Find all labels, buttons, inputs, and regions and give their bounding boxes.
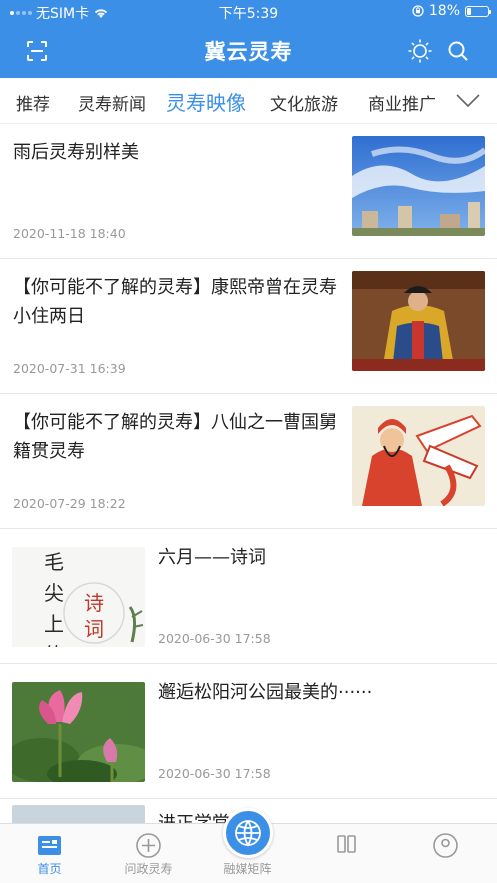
- news-item[interactable]: 邂逅松阳河公园最美的······ 2020-06-30 17:58: [0, 664, 497, 799]
- news-thumbnail: 毛尖上的 诗词: [12, 547, 145, 647]
- battery-group: 18%: [412, 3, 491, 19]
- news-title: 雨后灵寿别样美: [13, 142, 139, 163]
- news-title: 邂逅松阳河公园最美的······: [158, 682, 373, 703]
- battery-icon: [465, 5, 491, 17]
- news-item[interactable]: 雨后灵寿别样美 2020-11-18 18:40: [0, 124, 497, 259]
- news-item[interactable]: 【你可能不了解的灵寿】康熙帝曾在灵寿小住两日 2020-07-31 16:39: [0, 259, 497, 394]
- news-date: 2020-07-31 16:39: [13, 361, 126, 376]
- nav-media-matrix-label: 融媒矩阵: [223, 862, 272, 876]
- nav-profile[interactable]: [396, 824, 495, 883]
- news-date: 2020-11-18 18:40: [13, 226, 126, 241]
- tab-lingshou-news[interactable]: 灵寿新闻: [78, 90, 146, 115]
- tab-business[interactable]: 商业推广: [368, 90, 436, 115]
- app-header: 冀云灵寿: [0, 24, 497, 78]
- news-title: 【你可能不了解的灵寿】八仙之一曹国舅籍贯灵寿: [13, 412, 337, 462]
- news-date: 2020-06-30 17:58: [158, 631, 271, 646]
- nav-home[interactable]: 首页: [0, 824, 99, 883]
- nav-reading[interactable]: [297, 824, 396, 883]
- news-thumbnail: [352, 406, 485, 506]
- user-icon: [433, 833, 458, 858]
- news-title: 【你可能不了解的灵寿】康熙帝曾在灵寿小住两日: [13, 277, 337, 327]
- news-item[interactable]: 毛尖上的 诗词 六月——诗词 2020-06-30 17:58: [0, 529, 497, 664]
- thumbnail-calligraphy-text-1: 毛尖上的: [44, 550, 64, 647]
- thumbnail-calligraphy-text-2: 诗词: [84, 591, 104, 641]
- brightness-icon: [408, 39, 432, 63]
- news-date: 2020-06-30 17:58: [158, 766, 271, 781]
- tab-culture-travel[interactable]: 文化旅游: [270, 90, 338, 115]
- tab-lingshou-images[interactable]: 灵寿映像: [166, 87, 246, 116]
- nav-home-label: 首页: [37, 862, 62, 876]
- globe-icon: [235, 820, 261, 847]
- status-bar: 无SIM卡 下午5:39 18%: [0, 0, 497, 24]
- brightness-button[interactable]: [405, 36, 435, 66]
- nav-wenzheng-label: 问政灵寿: [124, 862, 173, 876]
- expand-tabs-button[interactable]: [439, 78, 497, 123]
- orientation-lock-icon: [412, 5, 424, 17]
- search-button[interactable]: [443, 36, 473, 66]
- search-icon: [448, 41, 468, 61]
- add-circle-icon: [136, 833, 161, 858]
- nav-wenzheng[interactable]: 问政灵寿: [99, 824, 198, 883]
- tab-recommend[interactable]: 推荐: [16, 90, 50, 115]
- news-thumbnail: [352, 136, 485, 236]
- chevron-down-icon: [456, 93, 480, 107]
- news-item[interactable]: 【你可能不了解的灵寿】八仙之一曹国舅籍贯灵寿 2020-07-29 18:22: [0, 394, 497, 529]
- battery-percent: 18%: [428, 3, 460, 19]
- book-icon: [337, 835, 356, 853]
- category-tabs: 推荐 灵寿新闻 灵寿映像 文化旅游 商业推广: [0, 78, 497, 124]
- media-matrix-center-button[interactable]: [223, 808, 273, 858]
- news-title: 六月——诗词: [158, 547, 266, 568]
- news-thumbnail: [12, 682, 145, 782]
- home-icon: [38, 836, 61, 855]
- news-thumbnail: [352, 271, 485, 371]
- news-date: 2020-07-29 18:22: [13, 496, 126, 511]
